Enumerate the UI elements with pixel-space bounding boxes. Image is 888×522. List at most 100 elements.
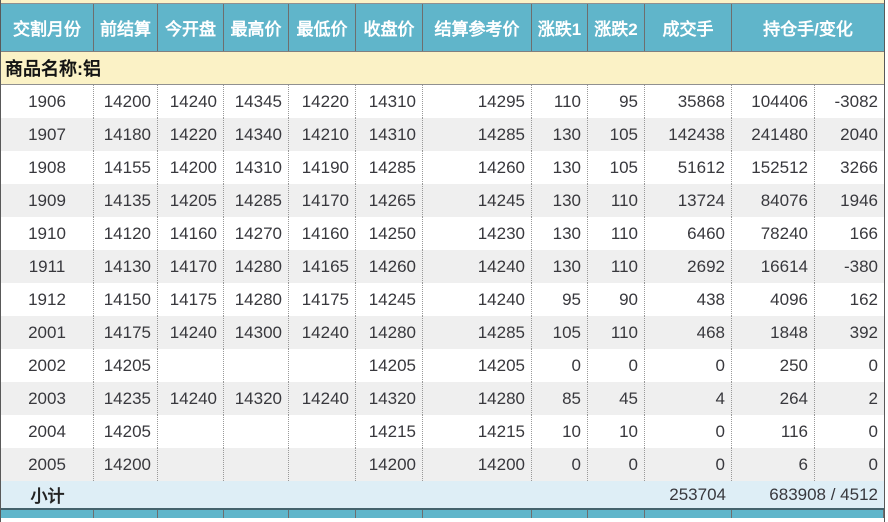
cell-volume: 51612 [645,151,732,184]
cell-volume: 0 [645,349,732,382]
cell-low: 14175 [289,283,356,316]
cell-low [289,349,356,382]
cell-change1: 0 [532,349,588,382]
cell-high [224,415,289,448]
cell-prev-settle: 14120 [94,217,158,250]
cell-volume: 4 [645,382,732,415]
cell-oi-change: 1946 [840,191,878,210]
cell-settle-reference: 14215 [423,415,532,448]
cell-change2: 45 [588,382,645,415]
cell-prev-settle: 14130 [94,250,158,283]
header-high: 最高价 [224,4,289,51]
cell-open [158,349,224,382]
cell-delivery-month: 2002 [1,349,94,382]
table-row[interactable]: 2002 14205 14205 14205 0 0 0 250 0 [1,349,884,382]
cell-change1: 130 [532,184,588,217]
cell-change1: 130 [532,118,588,151]
cell-oi-change: 166 [849,224,878,243]
table-row[interactable]: 2004 14205 14215 14215 10 10 0 116 0 [1,415,884,448]
cell-settle-reference: 14260 [423,151,532,184]
cell-settle-reference: 14240 [423,283,532,316]
cell-high: 14285 [224,184,289,217]
table-row[interactable]: 1906 14200 14240 14345 14220 14310 14295… [1,85,884,118]
cell-oi-change: 0 [868,356,878,375]
cell-close: 14280 [356,316,423,349]
cell-high: 14310 [224,151,289,184]
cell-oi-change: 2040 [840,125,878,144]
header-volume: 成交手 [645,4,732,51]
cell-settle-reference: 14285 [423,118,532,151]
cell-open: 14205 [158,184,224,217]
header-settle-reference: 结算参考价 [423,4,532,51]
cell-change1: 10 [532,415,588,448]
cell-change1: 130 [532,151,588,184]
cell-change2: 105 [588,118,645,151]
table-row[interactable]: 2001 14175 14240 14300 14240 14280 14285… [1,316,884,349]
cell-high: 14345 [224,85,289,118]
cell-low: 14170 [289,184,356,217]
cell-change2: 105 [588,151,645,184]
cell-volume: 35868 [645,85,732,118]
cell-settle-reference: 14230 [423,217,532,250]
next-header-cell [645,510,732,518]
table-row[interactable]: 2005 14200 14200 14200 0 0 0 6 0 [1,448,884,481]
next-header-cell [158,510,224,518]
commodity-name-label: 商品名称:铝 [5,59,101,79]
next-header-cell [289,510,356,518]
cell-low: 14160 [289,217,356,250]
table-row[interactable]: 1909 14135 14205 14285 14170 14265 14245… [1,184,884,217]
cell-change2: 110 [588,316,645,349]
cell-prev-settle: 14175 [94,316,158,349]
cell-prev-settle: 14235 [94,382,158,415]
table-row[interactable]: 1912 14150 14175 14280 14175 14245 14240… [1,283,884,316]
cell-close: 14285 [356,151,423,184]
cell-change2: 110 [588,250,645,283]
cell-low [289,448,356,481]
cell-close: 14260 [356,250,423,283]
cell-open-interest: 250 [732,349,815,382]
cell-close: 14200 [356,448,423,481]
subtotal-volume: 253704 [669,485,726,504]
next-header-cell [588,510,645,518]
futures-quotes-table-window: 交割月份 前结算 今开盘 最高价 最低价 收盘价 结算参考价 涨跌1 涨跌2 成… [0,0,885,522]
cell-change2: 10 [588,415,645,448]
cell-high [224,349,289,382]
cell-prev-settle: 14135 [94,184,158,217]
header-open: 今开盘 [158,4,224,51]
cell-volume: 468 [645,316,732,349]
cell-low: 14190 [289,151,356,184]
cell-low: 14165 [289,250,356,283]
cell-delivery-month: 1906 [1,85,94,118]
cell-delivery-month: 2005 [1,448,94,481]
cell-high [224,448,289,481]
cell-oi-change: 0 [868,455,878,474]
cell-open: 14240 [158,316,224,349]
cell-delivery-month: 1909 [1,184,94,217]
cell-change2: 0 [588,349,645,382]
cell-change1: 130 [532,250,588,283]
cell-open-interest: 4096 [732,283,815,316]
next-header-cell [94,510,158,518]
cell-settle-reference: 14285 [423,316,532,349]
table-row[interactable]: 1911 14130 14170 14280 14165 14260 14240… [1,250,884,283]
cell-close: 14215 [356,415,423,448]
table-row[interactable]: 1910 14120 14160 14270 14160 14250 14230… [1,217,884,250]
cell-high: 14280 [224,250,289,283]
cell-settle-reference: 14280 [423,382,532,415]
subtotal-open-interest-change: 683908 / 4512 [769,485,878,504]
cell-high: 14340 [224,118,289,151]
cell-open: 14170 [158,250,224,283]
cell-delivery-month: 1907 [1,118,94,151]
table-row[interactable]: 1908 14155 14200 14310 14190 14285 14260… [1,151,884,184]
cell-open-interest: 116 [732,415,815,448]
cell-volume: 13724 [645,184,732,217]
cell-prev-settle: 14205 [94,349,158,382]
next-header-cell [224,510,289,518]
table-row[interactable]: 2003 14235 14240 14320 14240 14320 14280… [1,382,884,415]
cell-settle-reference: 14205 [423,349,532,382]
cell-high: 14300 [224,316,289,349]
cell-oi-change: -380 [843,257,878,276]
cell-delivery-month: 1911 [1,250,94,283]
table-row[interactable]: 1907 14180 14220 14340 14210 14310 14285… [1,118,884,151]
header-low: 最低价 [289,4,356,51]
